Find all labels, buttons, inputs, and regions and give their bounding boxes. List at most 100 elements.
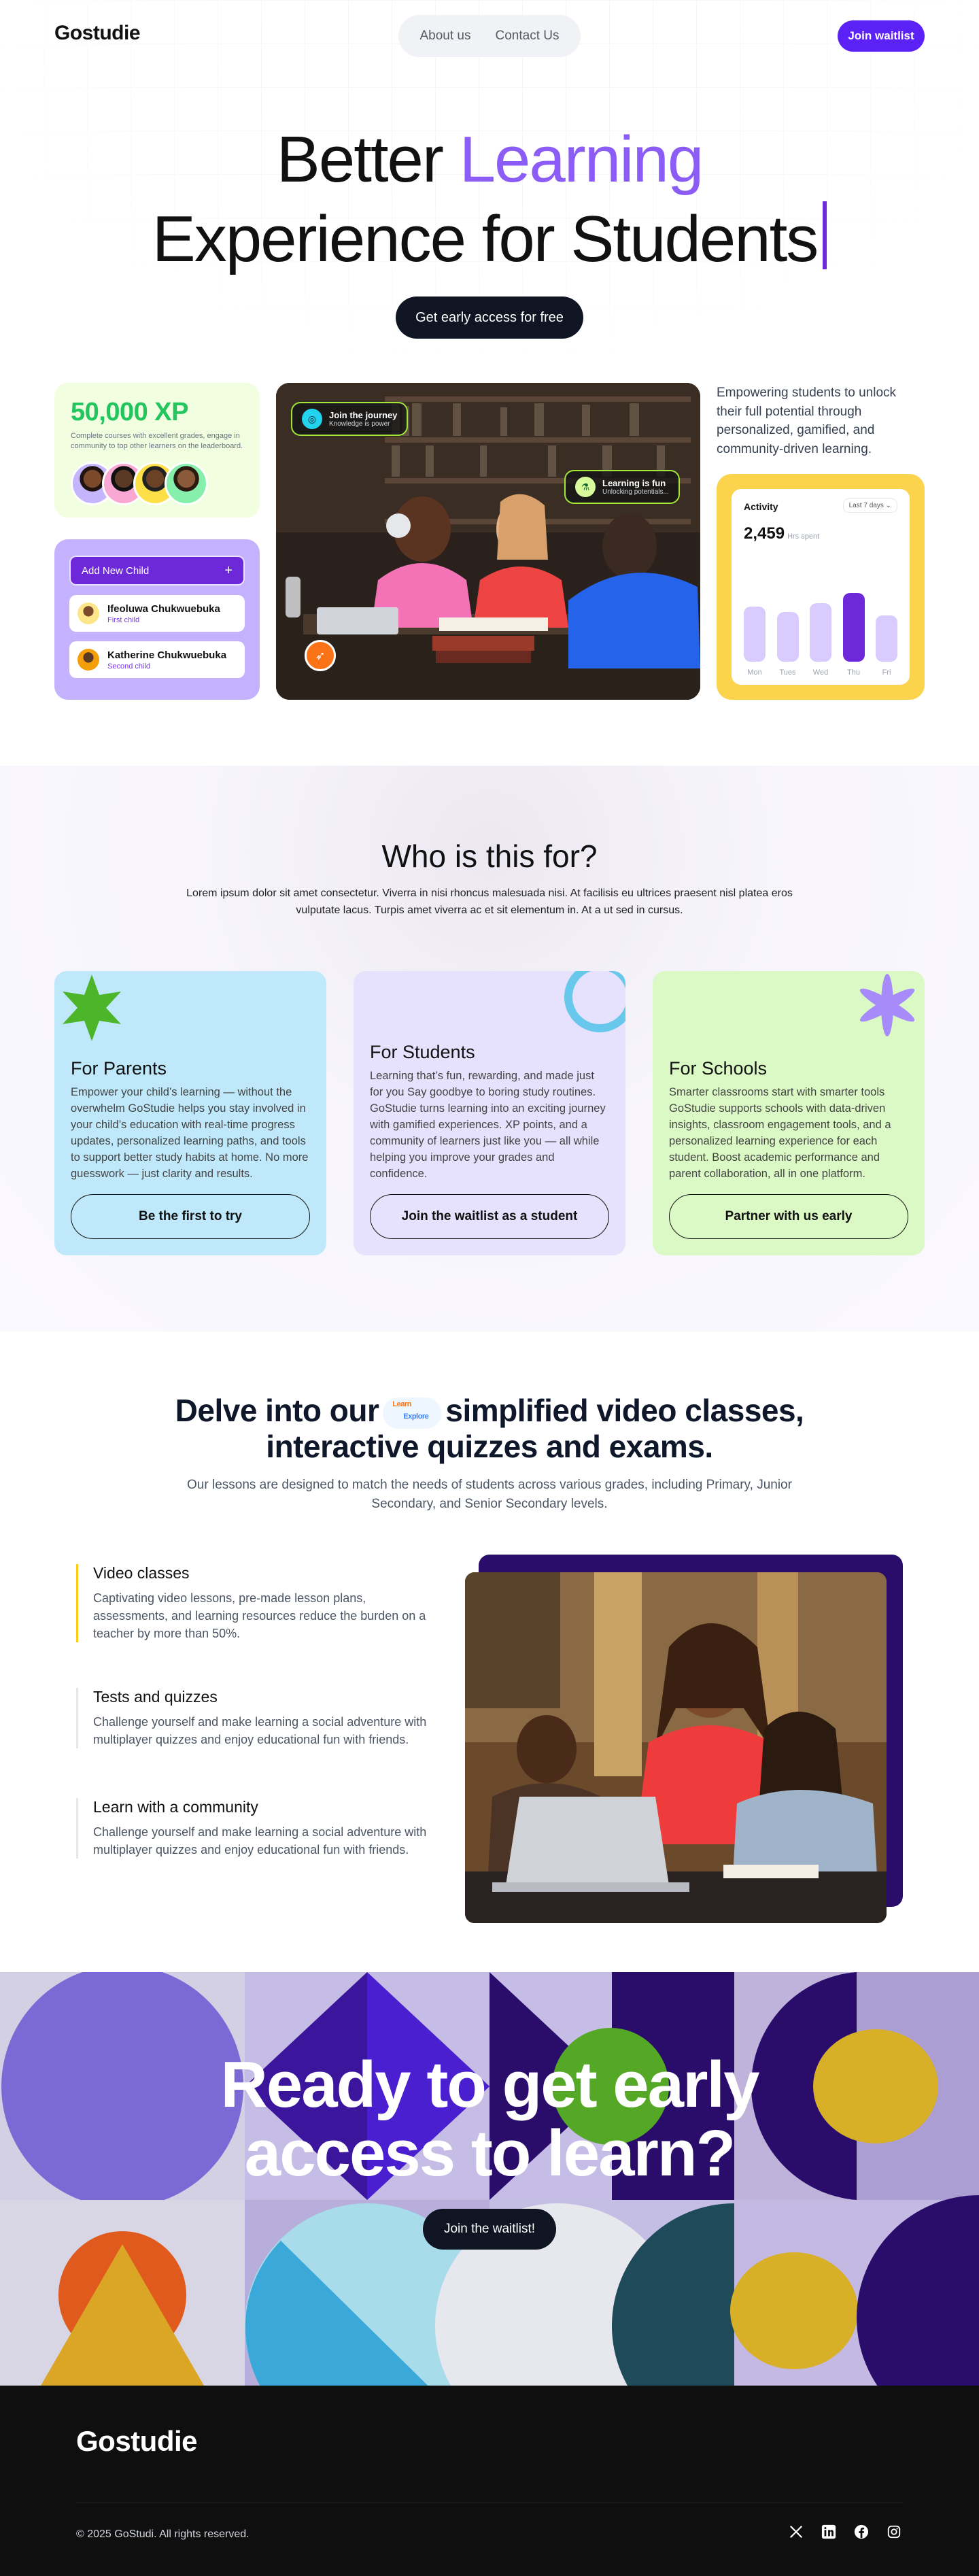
- card-text: Learning that’s fun, rewarding, and made…: [370, 1070, 606, 1180]
- learn-explore-chip: Learn Explore: [383, 1397, 442, 1429]
- chevron-down-icon: ⌄: [885, 502, 891, 509]
- join-waitlist-student-button[interactable]: Join the waitlist as a student: [370, 1194, 609, 1239]
- feature-title: Tests and quizzes: [93, 1688, 218, 1706]
- xp-value: 50,000 XP: [71, 398, 188, 426]
- card-students: For Students Learning that’s fun, reward…: [354, 971, 625, 1255]
- card-parents: For Parents Empower your child’s learnin…: [54, 971, 326, 1255]
- activity-bar: [776, 612, 799, 662]
- hero-title-line1: Better Learning: [0, 124, 979, 196]
- cta-heading-line1: Ready to get early: [220, 2048, 760, 2121]
- facebook-icon[interactable]: [853, 2523, 870, 2541]
- who-heading: Who is this for?: [381, 838, 598, 874]
- chip-top: Learn: [392, 1400, 411, 1408]
- activity-bar: [876, 615, 897, 662]
- laptop-photo-illustration: [465, 1572, 887, 1923]
- activity-bar: [810, 603, 831, 662]
- cta-heading: Ready to get early access to learn?: [0, 2048, 979, 2190]
- get-early-access-button[interactable]: Get early access for free: [396, 296, 583, 339]
- day-label: Fri: [882, 668, 891, 677]
- social-links: [787, 2523, 903, 2541]
- activity-card: Activity Last 7 days ⌄ 2,459 Hrs spent Mo…: [717, 474, 925, 700]
- instagram-icon[interactable]: [885, 2523, 903, 2541]
- hero-title-line2: Experience for Students: [0, 201, 979, 275]
- feature-tests-quizzes[interactable]: Tests and quizzes Challenge yourself and…: [76, 1688, 443, 1749]
- card-title: For Schools: [669, 1058, 768, 1079]
- card-schools: For Schools Smarter classrooms start wit…: [653, 971, 925, 1255]
- children-card: Add New Child + Ifeoluwa Chukwuebuka Fir…: [54, 539, 260, 700]
- delve-heading: Delve into our Learn Explore simplified vid…: [0, 1393, 979, 1465]
- avatar: [78, 603, 99, 624]
- ring-shape-icon: [564, 971, 625, 1032]
- avatar: [78, 649, 99, 671]
- child-name: Katherine Chukwuebuka: [107, 649, 227, 661]
- join-waitlist-cta-button[interactable]: Join the waitlist!: [423, 2209, 556, 2250]
- plus-icon: +: [224, 562, 233, 578]
- activity-value-number: 2,459: [744, 524, 785, 543]
- rocket-icon: ➶: [305, 640, 336, 671]
- footer: [0, 2386, 979, 2576]
- day-label: Mon: [747, 668, 762, 677]
- logo[interactable]: Gostudie: [54, 22, 141, 45]
- partner-button[interactable]: Partner with us early: [669, 1194, 908, 1239]
- feature-title: Learn with a community: [93, 1798, 258, 1816]
- feature-video-classes[interactable]: Video classes Captivating video lessons,…: [76, 1564, 443, 1643]
- who-text: Lorem ipsum dolor sit amet consectetur. …: [186, 887, 793, 916]
- feature-text: Challenge yourself and make learning a s…: [93, 1825, 427, 1857]
- day-label: Wed: [812, 668, 829, 677]
- feature-text: Captivating video lessons, pre-made less…: [93, 1591, 426, 1641]
- add-new-child-label: Add New Child: [82, 564, 150, 577]
- feature-title: Video classes: [93, 1564, 190, 1582]
- activity-widget: Activity Last 7 days ⌄ 2,459 Hrs spent Mo…: [732, 489, 910, 685]
- child-item[interactable]: Katherine Chukwuebuka Second child: [69, 641, 245, 678]
- hero-title-line2-text: Experience for Students: [152, 203, 819, 275]
- empower-text: Empowering students to unlock their full…: [717, 386, 897, 456]
- chip-bottom: Explore: [403, 1412, 429, 1421]
- pill-title: Learning is fun: [602, 478, 666, 488]
- activity-unit: Hrs spent: [787, 532, 820, 541]
- activity-value: 2,459 Hrs spent: [744, 524, 897, 543]
- cta-heading-line2: access to learn?: [244, 2116, 736, 2190]
- xp-description: Complete courses with excellent grades, …: [71, 432, 243, 451]
- day-label: Tues: [779, 668, 796, 677]
- activity-day-labels: Mon Tues Wed Thu Fri: [744, 668, 897, 677]
- add-new-child-button[interactable]: Add New Child +: [69, 556, 245, 586]
- hero-title-accent: Learning: [459, 123, 704, 196]
- delve-heading-line2: interactive quizzes and exams.: [266, 1428, 713, 1464]
- top-nav: About us Contact Us: [398, 15, 581, 57]
- activity-bars: [744, 573, 897, 662]
- child-role: First child: [107, 615, 140, 624]
- be-first-button[interactable]: Be the first to try: [71, 1194, 310, 1239]
- activity-bar: [744, 607, 766, 662]
- day-label: Thu: [847, 668, 860, 677]
- card-title: For Parents: [71, 1058, 167, 1079]
- card-text: Smarter classrooms start with smarter to…: [669, 1086, 891, 1180]
- range-select-value: Last 7 days: [848, 502, 884, 509]
- delve-text: Our lessons are designed to match the ne…: [187, 1478, 792, 1511]
- hero-title-word: Better: [276, 123, 444, 196]
- delve-heading-part2: simplified video classes,: [445, 1393, 804, 1428]
- students-laptop-photo: [465, 1572, 887, 1923]
- nav-about-us[interactable]: About us: [420, 29, 471, 44]
- range-select[interactable]: Last 7 days ⌄: [842, 498, 897, 513]
- x-icon[interactable]: [787, 2523, 805, 2541]
- leaderboard-avatars: [71, 461, 243, 509]
- typing-caret: [823, 201, 827, 269]
- learning-fun-pill: ⚗ Learning is fun Unlocking potentials..…: [564, 470, 680, 504]
- linkedin-icon[interactable]: [820, 2523, 838, 2541]
- star-shape-icon: [63, 975, 121, 1041]
- nav-contact-us[interactable]: Contact Us: [496, 29, 560, 44]
- globe-icon: ◎: [302, 409, 322, 429]
- copyright: © 2025 GoStudi. All rights reserved.: [76, 2528, 250, 2540]
- child-role: Second child: [107, 662, 150, 671]
- avatar: [165, 461, 208, 505]
- feature-community[interactable]: Learn with a community Challenge yoursel…: [76, 1798, 443, 1859]
- pill-title: Join the journey: [329, 410, 398, 420]
- footer-logo[interactable]: Gostudie: [76, 2425, 198, 2458]
- join-waitlist-button[interactable]: Join waitlist: [838, 20, 925, 52]
- delve-heading-part1: Delve into our: [175, 1393, 379, 1428]
- asterisk-shape-icon: [859, 974, 915, 1036]
- child-item[interactable]: Ifeoluwa Chukwuebuka First child: [69, 595, 245, 632]
- students-studying-photo: ◎ Join the journey Knowledge is power ⚗ …: [276, 383, 700, 700]
- xp-card: 50,000 XP Complete courses with excellen…: [54, 383, 260, 518]
- feature-text: Challenge yourself and make learning a s…: [93, 1715, 427, 1747]
